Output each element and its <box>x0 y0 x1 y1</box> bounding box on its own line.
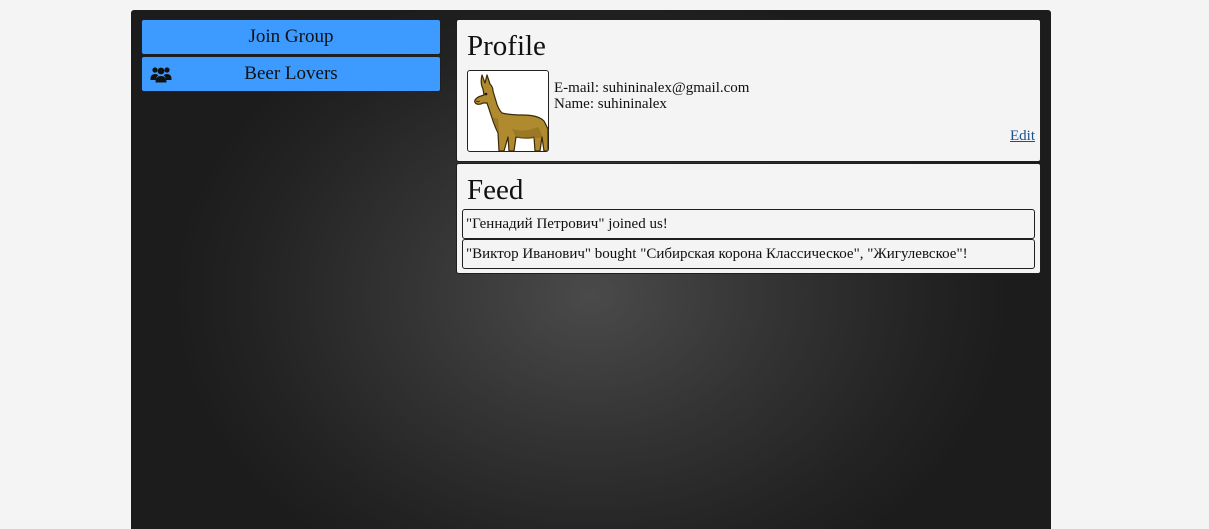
feed-panel: Feed "Геннадий Петрович" joined us! "Вик… <box>456 163 1041 274</box>
profile-email: E-mail: suhininalex@gmail.com <box>554 80 750 96</box>
profile-title: Profile <box>467 30 546 62</box>
feed-list: "Геннадий Петрович" joined us! "Виктор И… <box>462 209 1035 269</box>
feed-title: Feed <box>467 174 524 206</box>
edit-profile-link[interactable]: Edit <box>1010 128 1035 145</box>
sidebar-item-beer-lovers[interactable]: Beer Lovers <box>141 56 441 92</box>
feed-item: "Виктор Иванович" bought "Сибирская коро… <box>462 239 1035 269</box>
profile-panel: Profile E-mail: suhininalex@gmail.com Na… <box>456 19 1041 162</box>
profile-name: Name: suhininalex <box>554 96 667 112</box>
sidebar: Join Group Beer Lovers <box>141 19 441 93</box>
feed-item: "Геннадий Петрович" joined us! <box>462 209 1035 239</box>
llama-avatar-icon <box>474 74 548 151</box>
join-group-label: Join Group <box>248 26 334 47</box>
sidebar-item-label: Beer Lovers <box>244 63 338 84</box>
profile-info: E-mail: suhininalex@gmail.com Name: suhi… <box>554 80 749 112</box>
group-icon <box>150 67 172 83</box>
join-group-button[interactable]: Join Group <box>141 19 441 55</box>
main-content: Profile E-mail: suhininalex@gmail.com Na… <box>456 19 1041 274</box>
avatar <box>467 70 549 152</box>
app-container: Join Group Beer Lovers Profile E-mail: s… <box>131 10 1051 529</box>
